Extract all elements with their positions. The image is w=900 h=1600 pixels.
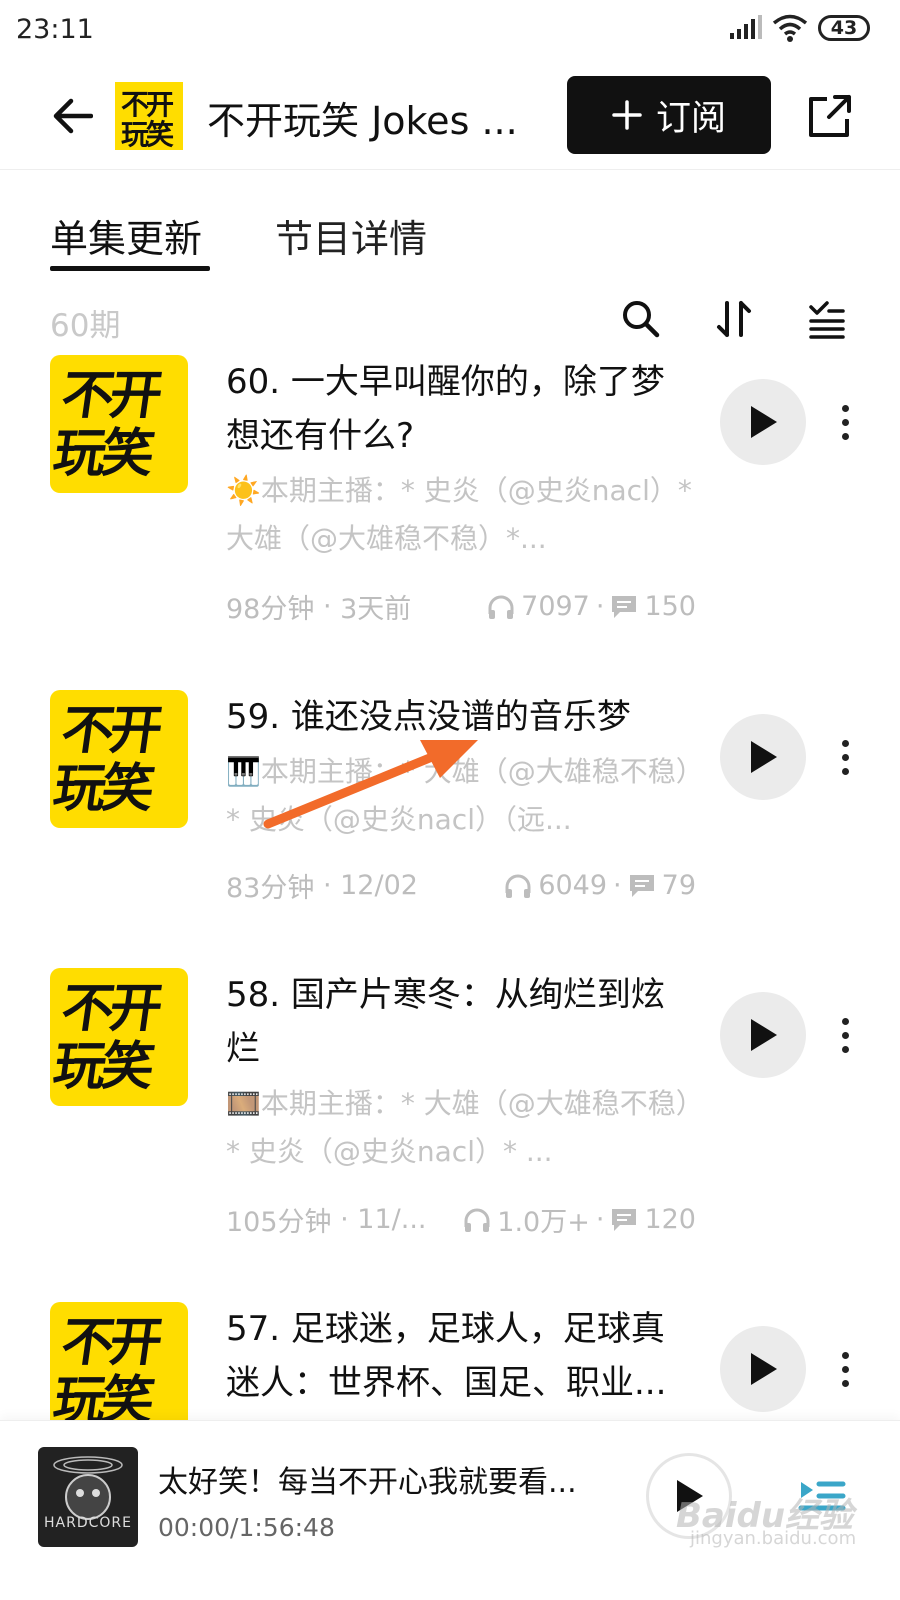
episode-cover-text: 不开玩笑: [50, 979, 163, 1097]
share-button[interactable]: [800, 86, 860, 146]
sort-icon: [717, 301, 751, 337]
signal-icon: [730, 15, 762, 39]
episode-meta: 105分钟 · 11/... 1.0万+ · 120: [226, 1200, 696, 1239]
play-icon: [751, 1353, 777, 1385]
search-icon: [623, 301, 660, 338]
svg-text:玩笑: 玩笑: [121, 118, 174, 150]
status-icons: 43: [728, 14, 870, 42]
episode-title: 59. 谁还没点没谱的音乐梦: [226, 697, 631, 737]
back-button[interactable]: [44, 88, 100, 144]
episode-plays: 6049: [538, 870, 608, 901]
play-button[interactable]: [720, 714, 806, 800]
checklist-icon: [809, 301, 845, 339]
episode-count: 60期: [50, 308, 121, 344]
status-bar: 23:11 43: [0, 0, 900, 62]
meta-separator: ·: [595, 1204, 605, 1235]
now-playing-title: 太好笑！每当不开心我就要看...: [158, 1465, 577, 1500]
now-playing-time: 00:00/1:56:48: [158, 1513, 335, 1542]
subscribe-button[interactable]: 订阅: [567, 76, 771, 154]
podcast-logo: 不开 玩笑: [115, 82, 183, 150]
comment-icon: [612, 595, 637, 618]
episode-meta: 83分钟 · 12/02 6049 · 79: [226, 866, 696, 905]
episode-description: 🎞️本期主播：* 大雄（@大雄稳不稳）* 史炎（@史炎nacl）* ...: [226, 1087, 690, 1168]
more-options-button[interactable]: [830, 1339, 860, 1399]
episode-title: 57. 足球迷，足球人，足球真迷人：世界杯、国足、职业...: [226, 1309, 667, 1403]
episode-duration: 98分钟: [226, 594, 315, 625]
now-playing-cover-art: [53, 1456, 123, 1520]
podcast-title: 不开玩笑 Jokes ...: [207, 99, 518, 143]
wifi-icon: [772, 14, 808, 42]
episode-date: 12/02: [340, 870, 418, 901]
episode-cover: 不开玩笑: [50, 690, 188, 828]
meta-separator: ·: [331, 1204, 358, 1235]
arrow-left-icon: [53, 98, 93, 134]
episode-date: 11/...: [357, 1204, 427, 1235]
more-options-button[interactable]: [830, 1005, 860, 1065]
svg-text:不开: 不开: [121, 88, 174, 121]
episode-date: 3天前: [340, 594, 412, 625]
sort-button[interactable]: [710, 294, 760, 344]
episode-title: 58. 国产片寒冬：从绚烂到炫烂: [226, 975, 665, 1069]
headphones-icon: [464, 1208, 490, 1232]
status-time: 23:11: [16, 14, 94, 45]
episode-cover-text: 不开玩笑: [50, 701, 163, 819]
episode-comments: 150: [644, 591, 696, 622]
episode-description: ☀️本期主播：* 史炎（@史炎nacl）* 大雄（@大雄稳不稳）*...: [226, 474, 692, 555]
episode-cover-text: 不开玩笑: [50, 1313, 163, 1431]
play-button[interactable]: [720, 379, 806, 465]
tab-program-details[interactable]: 节目详情: [275, 208, 427, 263]
search-button[interactable]: [616, 294, 666, 344]
now-playing-cover: HARDCORE: [38, 1447, 138, 1547]
episode-description: 🎹本期主播：* 大雄（@大雄稳不稳）* 史炎（@史炎nacl）（远...: [226, 755, 690, 836]
comment-icon: [629, 874, 654, 897]
tab-indicator: [50, 266, 210, 271]
now-playing-cover-text: HARDCORE: [44, 1515, 132, 1531]
watermark-url: jingyan.baidu.com: [690, 1528, 857, 1549]
episode-stats: 7097 · 150: [487, 591, 696, 622]
headphones-icon: [505, 874, 531, 898]
episode-cover: 不开玩笑: [50, 968, 188, 1106]
batch-select-button[interactable]: [802, 294, 852, 344]
headphones-icon: [488, 595, 514, 619]
share-icon: [809, 95, 851, 137]
episode-comments: 120: [644, 1204, 696, 1235]
episode-comments: 79: [661, 870, 696, 901]
meta-separator: ·: [314, 870, 341, 901]
podcast-logo-mark: 不开 玩笑: [121, 88, 177, 150]
tab-bar: 单集更新 节目详情: [0, 170, 900, 280]
episode-cover-text: 不开玩笑: [50, 366, 163, 484]
episode-stats: 1.0万+ · 120: [463, 1200, 696, 1239]
meta-separator: ·: [595, 591, 605, 622]
podcast-header: 不开 玩笑 不开玩笑 Jokes ... 订阅: [0, 62, 900, 170]
meta-separator: ·: [613, 870, 622, 901]
more-options-button[interactable]: [830, 727, 860, 787]
play-icon: [751, 1019, 777, 1051]
episode-meta: 98分钟 · 3天前 7097 · 150: [226, 587, 696, 626]
plus-icon: [612, 100, 642, 130]
play-icon: [751, 741, 777, 773]
subscribe-label: 订阅: [655, 98, 726, 139]
play-button[interactable]: [720, 992, 806, 1078]
battery-indicator: 43: [818, 15, 870, 41]
meta-separator: ·: [314, 591, 341, 622]
episode-stats: 6049 · 79: [504, 870, 696, 901]
episode-plays: 7097: [521, 591, 590, 622]
play-icon: [751, 406, 777, 438]
episode-duration: 83分钟: [226, 873, 315, 904]
tab-episode-updates[interactable]: 单集更新: [50, 208, 202, 263]
play-button[interactable]: [720, 1326, 806, 1412]
episode-cover: 不开玩笑: [50, 355, 188, 493]
episode-title: 60. 一大早叫醒你的，除了梦想还有什么?: [226, 362, 665, 456]
more-options-button[interactable]: [830, 392, 860, 452]
comment-icon: [612, 1208, 637, 1231]
episode-duration: 105分钟: [226, 1207, 332, 1238]
episode-plays: 1.0万+: [497, 1207, 590, 1238]
